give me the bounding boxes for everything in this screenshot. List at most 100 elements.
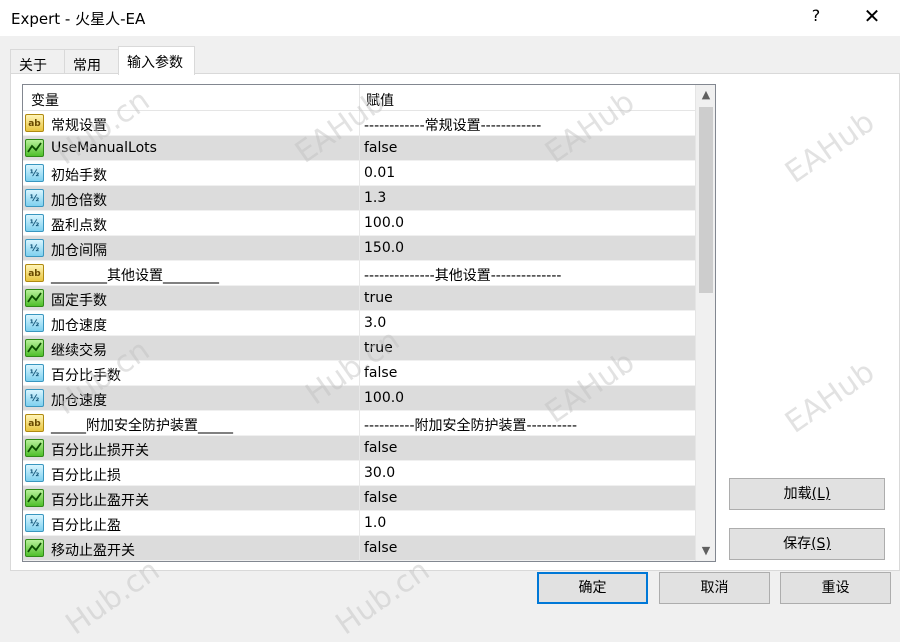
scroll-thumb[interactable]	[699, 107, 713, 293]
vertical-scrollbar[interactable]: ▲ ▼	[695, 85, 715, 561]
parameter-value[interactable]: false	[364, 540, 397, 556]
number-type-icon: ½	[25, 239, 44, 257]
grid-rows: ab 常规设置 ------------常规设置------------ UseMan…	[23, 111, 695, 561]
string-type-icon: ab	[25, 264, 44, 282]
parameter-value[interactable]: true	[364, 340, 393, 356]
parameter-value[interactable]: 0.01	[364, 165, 395, 181]
parameter-name: 移动止盈开关	[51, 543, 135, 559]
column-variable[interactable]: 变量	[31, 90, 59, 110]
parameter-name: ________其他设置________	[51, 268, 219, 284]
parameter-value[interactable]: ----------附加安全防护装置----------	[364, 415, 577, 435]
parameter-name: 固定手数	[51, 293, 107, 309]
table-row[interactable]: 继续交易 true	[23, 336, 695, 361]
cell-divider	[359, 311, 360, 336]
parameter-name: 百分比止盈开关	[51, 493, 149, 509]
number-type-icon: ½	[25, 389, 44, 407]
cell-divider	[359, 186, 360, 211]
parameter-value[interactable]: 30.0	[364, 465, 395, 481]
parameter-value[interactable]: 3.0	[364, 315, 386, 331]
parameter-value[interactable]: 1.0	[364, 515, 386, 531]
reset-button[interactable]: 重设	[780, 572, 891, 604]
table-row[interactable]: UseManualLots false	[23, 136, 695, 161]
parameter-value[interactable]: 100.0	[364, 215, 404, 231]
parameter-value[interactable]: false	[364, 365, 397, 381]
tab-common[interactable]: 常用	[64, 49, 119, 74]
string-type-icon: ab	[25, 114, 44, 132]
save-button[interactable]: 保存(S)	[729, 528, 885, 560]
parameter-name: 百分比手数	[51, 368, 121, 384]
help-button[interactable]: ?	[806, 6, 826, 25]
parameter-value[interactable]: 1.3	[364, 190, 386, 206]
table-row[interactable]: ½ 百分比止盈 1.0	[23, 511, 695, 536]
parameter-name: 初始手数	[51, 168, 107, 184]
table-row[interactable]: ab _____附加安全防护装置_____ ----------附加安全防护装置--…	[23, 411, 695, 436]
title-bar: Expert - 火星人-EA ? ✕	[0, 0, 900, 36]
cell-divider	[359, 436, 360, 461]
tab-about[interactable]: 关于	[10, 49, 65, 74]
parameter-value[interactable]: false	[364, 440, 397, 456]
parameter-grid[interactable]: 变量 赋值 ab 常规设置 ------------常规设置------------…	[22, 84, 716, 562]
parameter-value[interactable]: false	[364, 140, 397, 156]
number-type-icon: ½	[25, 464, 44, 482]
table-row[interactable]: ½ 加仓倍数 1.3	[23, 186, 695, 211]
cell-divider	[359, 336, 360, 361]
cell-divider	[359, 161, 360, 186]
table-row[interactable]: ½ 盈利点数 100.0	[23, 211, 695, 236]
cell-divider	[359, 361, 360, 386]
boolean-type-icon	[25, 539, 44, 557]
boolean-type-icon	[25, 289, 44, 307]
string-type-icon: ab	[25, 414, 44, 432]
number-type-icon: ½	[25, 164, 44, 182]
table-row[interactable]: ½ 加仓速度 100.0	[23, 386, 695, 411]
parameter-name: 常规设置	[51, 118, 107, 134]
scroll-up-icon[interactable]: ▲	[696, 85, 715, 105]
cell-divider	[359, 136, 360, 161]
save-button-label: 保存	[783, 536, 812, 552]
cell-divider	[359, 236, 360, 261]
parameter-value[interactable]: 100.0	[364, 390, 404, 406]
cell-divider	[359, 461, 360, 486]
load-button-mnemonic: (L)	[811, 486, 831, 502]
table-row[interactable]: ½ 初始手数 0.01	[23, 161, 695, 186]
load-button[interactable]: 加载(L)	[729, 478, 885, 510]
table-row[interactable]: ½ 加仓速度 3.0	[23, 311, 695, 336]
table-row[interactable]: 百分比止损开关 false	[23, 436, 695, 461]
boolean-type-icon	[25, 489, 44, 507]
parameter-name: UseManualLots	[51, 140, 157, 156]
parameter-value[interactable]: false	[364, 490, 397, 506]
number-type-icon: ½	[25, 189, 44, 207]
cell-divider	[359, 261, 360, 286]
parameter-value[interactable]: true	[364, 290, 393, 306]
save-button-mnemonic: (S)	[811, 536, 831, 552]
cell-divider	[359, 111, 360, 136]
scroll-down-icon[interactable]: ▼	[696, 541, 715, 561]
close-button[interactable]: ✕	[858, 4, 886, 28]
cell-divider	[359, 536, 360, 561]
table-row[interactable]: 移动止盈开关 false	[23, 536, 695, 561]
parameter-name: 加仓速度	[51, 318, 107, 334]
cell-divider	[359, 286, 360, 311]
table-row[interactable]: ½ 加仓间隔 150.0	[23, 236, 695, 261]
table-row[interactable]: ab 常规设置 ------------常规设置------------	[23, 111, 695, 136]
parameter-name: 加仓间隔	[51, 243, 107, 259]
column-value[interactable]: 赋值	[366, 90, 394, 110]
table-row[interactable]: ½ 百分比手数 false	[23, 361, 695, 386]
cancel-button[interactable]: 取消	[659, 572, 770, 604]
parameter-value[interactable]: 150.0	[364, 240, 404, 256]
tab-inputs[interactable]: 输入参数	[118, 46, 195, 75]
table-row[interactable]: ½ 百分比止损 30.0	[23, 461, 695, 486]
table-row[interactable]: ab ________其他设置________ --------------其他设置…	[23, 261, 695, 286]
parameter-value[interactable]: ------------常规设置------------	[364, 115, 541, 135]
parameter-value[interactable]: --------------其他设置--------------	[364, 265, 561, 285]
cell-divider	[359, 386, 360, 411]
table-row[interactable]: 固定手数 true	[23, 286, 695, 311]
table-row[interactable]: 百分比止盈开关 false	[23, 486, 695, 511]
number-type-icon: ½	[25, 314, 44, 332]
cell-divider	[359, 211, 360, 236]
ok-button[interactable]: 确定	[537, 572, 648, 604]
window-title: Expert - 火星人-EA	[11, 10, 146, 28]
column-divider[interactable]	[359, 85, 360, 111]
parameter-name: 盈利点数	[51, 218, 107, 234]
parameter-name: _____附加安全防护装置_____	[51, 418, 233, 434]
parameter-name: 加仓倍数	[51, 193, 107, 209]
